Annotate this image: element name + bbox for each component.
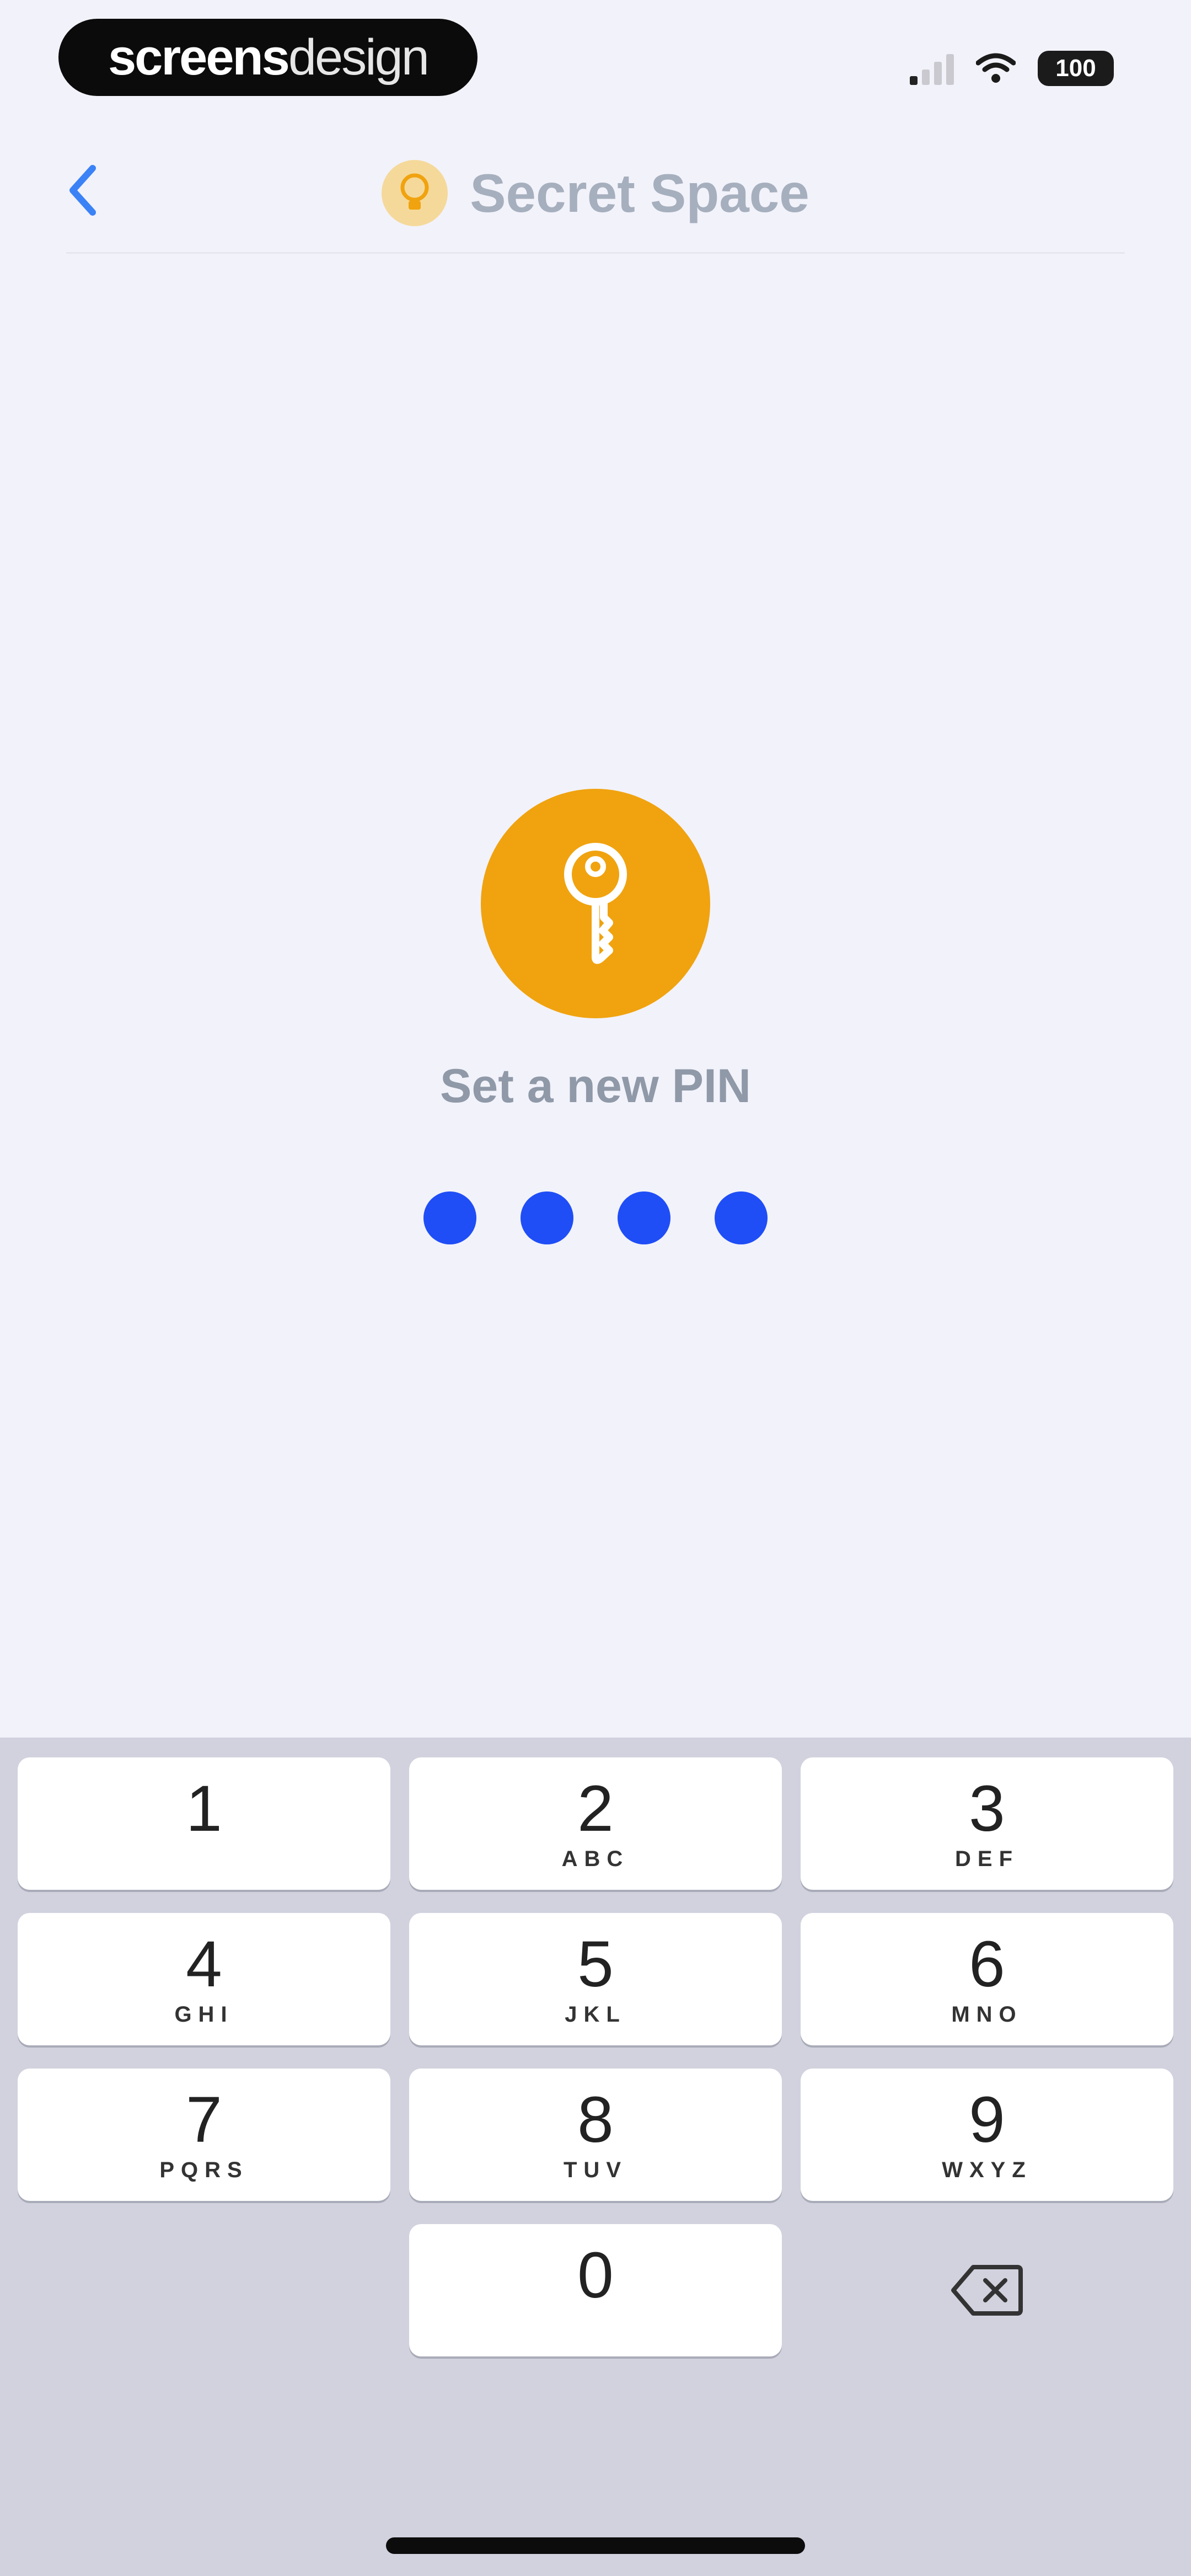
key-letters: WXYZ bbox=[942, 2158, 1032, 2182]
key-digit: 9 bbox=[969, 2083, 1005, 2156]
pin-dot bbox=[521, 1191, 573, 1244]
key-4[interactable]: 4 GHI bbox=[18, 1913, 390, 2045]
status-indicators: 100 bbox=[910, 46, 1114, 90]
key-letters: JKL bbox=[565, 2002, 626, 2027]
numeric-keypad: 1 2 ABC 3 DEF 4 GHI 5 JKL 6 MNO 7 PQRS 8… bbox=[0, 1738, 1191, 2576]
delete-backspace-icon bbox=[951, 2265, 1023, 2316]
key-digit: 2 bbox=[577, 1772, 614, 1845]
pin-indicator bbox=[0, 1191, 1191, 1244]
key-8[interactable]: 8 TUV bbox=[409, 2069, 782, 2201]
key-icon bbox=[564, 843, 627, 964]
key-letters: TUV bbox=[564, 2158, 627, 2182]
key-letters: MNO bbox=[951, 2002, 1023, 2027]
key-2[interactable]: 2 ABC bbox=[409, 1757, 782, 1890]
key-5[interactable]: 5 JKL bbox=[409, 1913, 782, 2045]
home-indicator bbox=[386, 2537, 805, 2554]
pin-dot bbox=[423, 1191, 476, 1244]
key-digit: 1 bbox=[186, 1772, 222, 1845]
page-title: Secret Space bbox=[470, 162, 809, 223]
key-icon-badge bbox=[481, 789, 710, 1018]
key-digit: 4 bbox=[186, 1928, 222, 2001]
key-digit: 3 bbox=[969, 1772, 1005, 1845]
battery-icon: 100 bbox=[1038, 51, 1114, 86]
delete-button[interactable] bbox=[801, 2224, 1173, 2356]
key-6[interactable]: 6 MNO bbox=[801, 1913, 1173, 2045]
key-letters: PQRS bbox=[159, 2158, 249, 2182]
key-digit: 5 bbox=[577, 1928, 614, 2001]
screensdesign-watermark: screens design bbox=[58, 19, 478, 96]
key-3[interactable]: 3 DEF bbox=[801, 1757, 1173, 1890]
wifi-icon bbox=[976, 53, 1016, 83]
pin-prompt: Set a new PIN bbox=[440, 1060, 751, 1113]
key-digit: 0 bbox=[577, 2239, 614, 2312]
lightbulb-icon bbox=[382, 160, 448, 226]
key-letters: DEF bbox=[955, 1847, 1019, 1871]
key-0[interactable]: 0 bbox=[409, 2224, 782, 2356]
nav-title-group: Secret Space bbox=[0, 160, 1191, 226]
battery-level: 100 bbox=[1055, 55, 1096, 82]
watermark-bold-text: screens bbox=[108, 29, 290, 85]
pin-dot bbox=[715, 1191, 768, 1244]
key-9[interactable]: 9 WXYZ bbox=[801, 2069, 1173, 2201]
key-digit: 8 bbox=[577, 2083, 614, 2156]
navigation-bar: Secret Space bbox=[0, 127, 1191, 254]
cellular-signal-icon bbox=[910, 52, 954, 85]
pin-dot bbox=[618, 1191, 670, 1244]
key-7[interactable]: 7 PQRS bbox=[18, 2069, 390, 2201]
key-digit: 6 bbox=[969, 1928, 1005, 2001]
key-digit: 7 bbox=[186, 2083, 222, 2156]
key-letters: GHI bbox=[174, 2002, 234, 2027]
nav-divider bbox=[66, 252, 1125, 254]
watermark-light-text: design bbox=[288, 29, 430, 85]
key-letters: ABC bbox=[561, 1847, 630, 1871]
key-1[interactable]: 1 bbox=[18, 1757, 390, 1890]
